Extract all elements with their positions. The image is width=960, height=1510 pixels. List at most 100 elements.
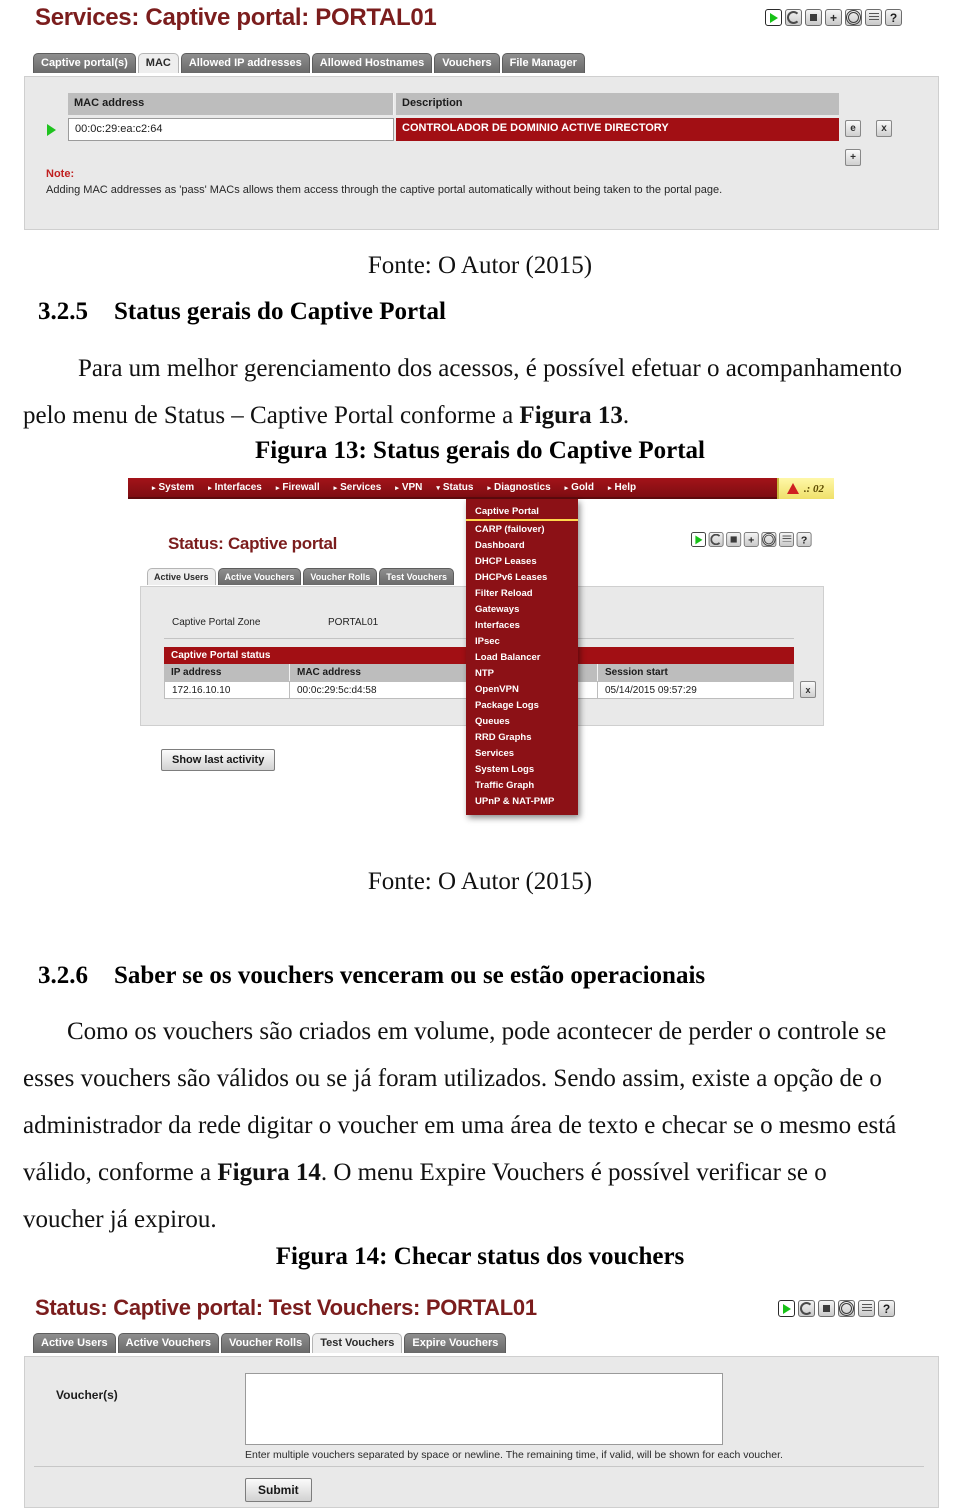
menu-item-interfaces[interactable]: Interfaces — [466, 617, 578, 633]
nav-system-label: System — [158, 482, 195, 493]
play-icon[interactable] — [765, 9, 782, 26]
nav-firewall[interactable]: ▸ Firewall — [276, 482, 320, 493]
gear-icon[interactable] — [845, 9, 862, 26]
add-icon[interactable] — [825, 9, 842, 26]
restart-icon[interactable] — [798, 1300, 815, 1317]
chevron-down-icon: ▾ — [436, 484, 440, 492]
fig13-navbar[interactable]: ▸ System ▸ Interfaces ▸ Firewall ▸ Servi… — [128, 478, 834, 499]
menu-item-ipsec[interactable]: IPsec — [466, 633, 578, 649]
fig13-col-session-start: Session start — [598, 664, 794, 681]
tab-allowed-ip-addresses[interactable]: Allowed IP addresses — [180, 53, 310, 73]
menu-item-captive-portal[interactable]: Captive Portal — [466, 503, 578, 521]
show-last-activity-button[interactable]: Show last activity — [161, 749, 276, 771]
section-3-2-6-heading: 3.2.6 Saber se os vouchers venceram ou s… — [38, 962, 938, 990]
source-caption-1: Fonte: O Autor (2015) — [367, 252, 593, 279]
restart-icon[interactable] — [785, 9, 802, 26]
nav-status[interactable]: ▾ Status — [436, 482, 473, 493]
menu-item-dashboard[interactable]: Dashboard — [466, 537, 578, 553]
gear-icon[interactable] — [761, 532, 777, 547]
log-icon[interactable] — [865, 9, 882, 26]
fig14-tabs[interactable]: Active Users Active Vouchers Voucher Rol… — [33, 1333, 507, 1353]
section-3-2-6-number: 3.2.6 — [38, 962, 88, 989]
menu-item-dhcpv6-leases[interactable]: DHCPv6 Leases — [466, 569, 578, 585]
zone-label: Captive Portal Zone — [172, 617, 261, 628]
nav-help[interactable]: ▸ Help — [608, 482, 636, 493]
delete-icon[interactable]: x — [876, 120, 892, 137]
nav-diagnostics[interactable]: ▸ Diagnostics — [487, 482, 550, 493]
nav-vpn[interactable]: ▸ VPN — [395, 482, 422, 493]
menu-item-services[interactable]: Services — [466, 745, 578, 761]
tab-vouchers[interactable]: Vouchers — [434, 53, 500, 73]
vouchers-hint: Enter multiple vouchers separated by spa… — [245, 1449, 783, 1461]
help-icon[interactable] — [885, 9, 902, 26]
add-row-icon[interactable]: + — [845, 149, 861, 166]
fig12-title: Services: Captive portal: PORTAL01 — [35, 4, 437, 31]
s326-line5-text: voucher já expirou. — [23, 1206, 217, 1233]
play-icon[interactable] — [691, 532, 706, 547]
alert-badge[interactable]: .: 02 — [776, 478, 834, 499]
nav-diagnostics-label: Diagnostics — [493, 482, 551, 493]
tab-expire-vouchers[interactable]: Expire Vouchers — [404, 1333, 507, 1353]
tab-active-users[interactable]: Active Users — [33, 1333, 116, 1353]
stop-icon[interactable] — [805, 9, 822, 26]
chevron-right-icon: ▸ — [487, 484, 491, 492]
submit-button[interactable]: Submit — [245, 1478, 312, 1502]
nav-gold[interactable]: ▸ Gold — [565, 482, 594, 493]
tab-captive-portals[interactable]: Captive portal(s) — [33, 53, 136, 73]
section-3-2-6-line-1: Como os vouchers são criados em volume, … — [23, 1008, 953, 1057]
disconnect-icon[interactable]: x — [800, 681, 816, 698]
nav-system[interactable]: ▸ System — [152, 482, 194, 493]
tab-test-vouchers[interactable]: Test Vouchers — [312, 1333, 403, 1353]
menu-item-rrd-graphs[interactable]: RRD Graphs — [466, 729, 578, 745]
log-icon[interactable] — [858, 1300, 875, 1317]
help-icon[interactable] — [796, 532, 812, 547]
row-marker-icon — [47, 124, 56, 136]
tab-file-manager[interactable]: File Manager — [501, 53, 585, 73]
log-icon[interactable] — [779, 532, 794, 547]
help-icon[interactable] — [878, 1300, 895, 1317]
tab-active-users[interactable]: Active Users — [147, 568, 216, 585]
nav-interfaces[interactable]: ▸ Interfaces — [208, 482, 262, 493]
menu-item-carp-failover[interactable]: CARP (failover) — [466, 521, 578, 537]
s326-line4-pre: válido, conforme a — [23, 1159, 218, 1186]
vouchers-input[interactable] — [245, 1373, 723, 1445]
figure-12-screenshot: Services: Captive portal: PORTAL01 Capti… — [0, 0, 945, 232]
edit-icon[interactable]: e — [845, 120, 861, 137]
menu-item-gateways[interactable]: Gateways — [466, 601, 578, 617]
add-icon[interactable] — [743, 532, 759, 547]
nav-services[interactable]: ▸ Services — [334, 482, 382, 493]
fig14-icon-toolbar[interactable] — [778, 1300, 895, 1317]
tab-allowed-hostnames[interactable]: Allowed Hostnames — [311, 53, 433, 73]
menu-item-filter-reload[interactable]: Filter Reload — [466, 585, 578, 601]
menu-item-system-logs[interactable]: System Logs — [466, 761, 578, 777]
fig12-tabs[interactable]: Captive portal(s) MAC Allowed IP address… — [33, 53, 585, 73]
fig12-icon-toolbar[interactable] — [765, 9, 902, 26]
tab-mac[interactable]: MAC — [137, 53, 179, 73]
fig13-col-ip-address: IP address — [164, 664, 290, 681]
menu-item-ntp[interactable]: NTP — [466, 665, 578, 681]
tab-voucher-rolls[interactable]: Voucher Rolls — [221, 1333, 311, 1353]
restart-icon[interactable] — [708, 532, 724, 547]
status-dropdown-menu[interactable]: Captive Portal CARP (failover) Dashboard… — [466, 499, 578, 815]
tab-test-vouchers[interactable]: Test Vouchers — [379, 568, 454, 585]
tab-voucher-rolls[interactable]: Voucher Rolls — [303, 568, 378, 585]
fig13-tabs[interactable]: Active Users Active Vouchers Voucher Rol… — [147, 568, 454, 585]
chevron-right-icon: ▸ — [208, 484, 212, 492]
play-icon[interactable] — [778, 1300, 795, 1317]
menu-item-traffic-graph[interactable]: Traffic Graph — [466, 777, 578, 793]
tab-active-vouchers[interactable]: Active Vouchers — [217, 568, 302, 585]
menu-item-dhcp-leases[interactable]: DHCP Leases — [466, 553, 578, 569]
figure-13-screenshot: ▸ System ▸ Interfaces ▸ Firewall ▸ Servi… — [128, 478, 834, 843]
menu-item-upnp-nat-pmp[interactable]: UPnP & NAT-PMP — [466, 793, 578, 809]
stop-icon[interactable] — [818, 1300, 835, 1317]
menu-item-queues[interactable]: Queues — [466, 713, 578, 729]
stop-icon[interactable] — [726, 532, 742, 547]
menu-item-load-balancer[interactable]: Load Balancer — [466, 649, 578, 665]
nav-vpn-label: VPN — [401, 482, 423, 493]
fig13-icon-toolbar[interactable] — [691, 532, 812, 547]
gear-icon[interactable] — [838, 1300, 855, 1317]
tab-active-vouchers[interactable]: Active Vouchers — [117, 1333, 220, 1353]
fig12-col-description: Description — [396, 93, 839, 115]
menu-item-openvpn[interactable]: OpenVPN — [466, 681, 578, 697]
menu-item-package-logs[interactable]: Package Logs — [466, 697, 578, 713]
